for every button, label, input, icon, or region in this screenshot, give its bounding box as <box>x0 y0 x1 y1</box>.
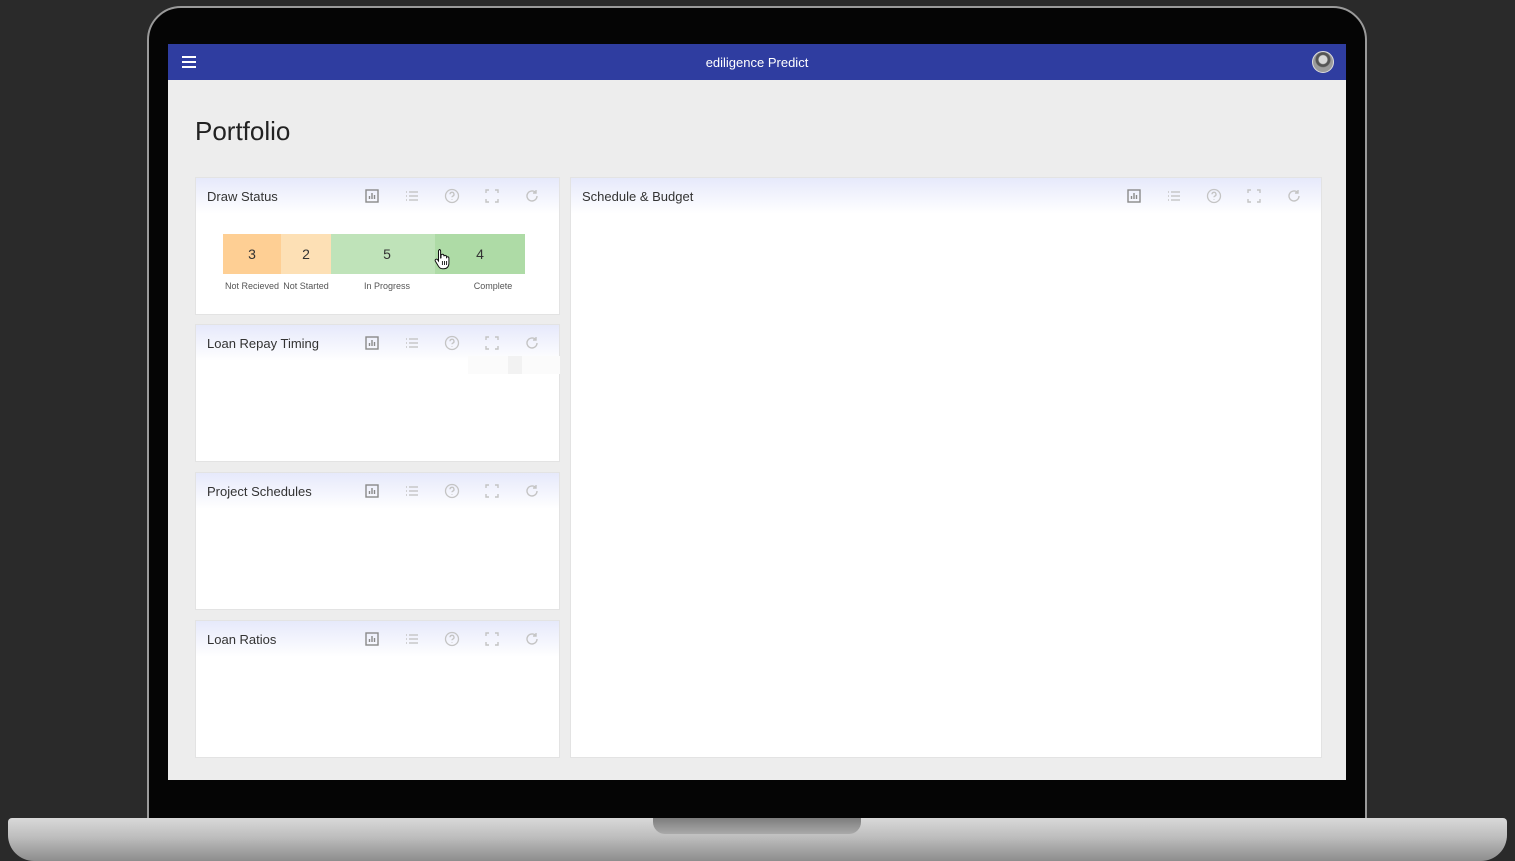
card-title: Draw Status <box>207 189 278 204</box>
chart-icon[interactable] <box>363 482 381 500</box>
fullscreen-icon[interactable] <box>483 187 501 205</box>
refresh-icon[interactable] <box>523 334 541 352</box>
app-bar: ediligence Predict <box>168 44 1346 80</box>
card-toolbar <box>363 630 541 648</box>
card-header: Draw Status <box>196 178 559 214</box>
hand-cursor-icon <box>434 249 450 270</box>
schedule-budget-card: Schedule & Budget <box>570 177 1322 758</box>
segment-label: Not Started <box>283 281 329 291</box>
page-title: Portfolio <box>195 116 291 146</box>
card-title: Loan Ratios <box>207 632 277 647</box>
draw-status-bar: 3 2 5 4 <box>223 234 525 274</box>
list-icon[interactable] <box>403 482 421 500</box>
chart-icon[interactable] <box>363 630 381 648</box>
refresh-icon[interactable] <box>523 630 541 648</box>
loan-repay-timing-card: Loan Repay Timing <box>195 324 560 462</box>
fullscreen-icon[interactable] <box>483 334 501 352</box>
help-icon[interactable] <box>443 482 461 500</box>
segment-in-progress[interactable]: 5 <box>331 234 443 274</box>
refresh-icon[interactable] <box>1285 187 1303 205</box>
card-toolbar <box>363 187 541 205</box>
help-icon[interactable] <box>443 630 461 648</box>
list-icon[interactable] <box>403 334 421 352</box>
refresh-icon[interactable] <box>523 482 541 500</box>
card-toolbar <box>363 482 541 500</box>
segment-label: In Progress <box>363 281 411 291</box>
help-icon[interactable] <box>1205 187 1223 205</box>
laptop-notch <box>653 818 861 834</box>
card-title: Schedule & Budget <box>582 189 694 204</box>
card-header: Loan Ratios <box>196 621 559 657</box>
segment-not-started[interactable]: 2 <box>281 234 331 274</box>
chart-icon[interactable] <box>363 187 381 205</box>
segment-not-received[interactable]: 3 <box>223 234 281 274</box>
project-schedules-card: Project Schedules <box>195 472 560 610</box>
card-toolbar <box>1125 187 1303 205</box>
loading-placeholder <box>468 356 560 374</box>
help-icon[interactable] <box>443 334 461 352</box>
app-screen: ediligence Predict Portfolio Draw Status <box>168 44 1346 780</box>
segment-label: Not Recieved <box>224 281 280 291</box>
loan-ratios-card: Loan Ratios <box>195 620 560 758</box>
list-icon[interactable] <box>1165 187 1183 205</box>
refresh-icon[interactable] <box>523 187 541 205</box>
card-title: Loan Repay Timing <box>207 336 320 351</box>
list-icon[interactable] <box>403 187 421 205</box>
help-icon[interactable] <box>443 187 461 205</box>
card-title: Project Schedules <box>207 484 312 499</box>
app-title: ediligence Predict <box>705 55 809 70</box>
fullscreen-icon[interactable] <box>483 482 501 500</box>
user-avatar[interactable] <box>1312 51 1334 73</box>
fullscreen-icon[interactable] <box>1245 187 1263 205</box>
chart-icon[interactable] <box>363 334 381 352</box>
card-header: Schedule & Budget <box>571 178 1321 214</box>
segment-label: Complete <box>473 281 513 291</box>
draw-status-card: Draw Status 3 2 5 4 Not Recieved Not Sta… <box>195 177 560 315</box>
fullscreen-icon[interactable] <box>483 630 501 648</box>
card-toolbar <box>363 334 541 352</box>
card-header: Project Schedules <box>196 473 559 509</box>
list-icon[interactable] <box>403 630 421 648</box>
chart-icon[interactable] <box>1125 187 1143 205</box>
